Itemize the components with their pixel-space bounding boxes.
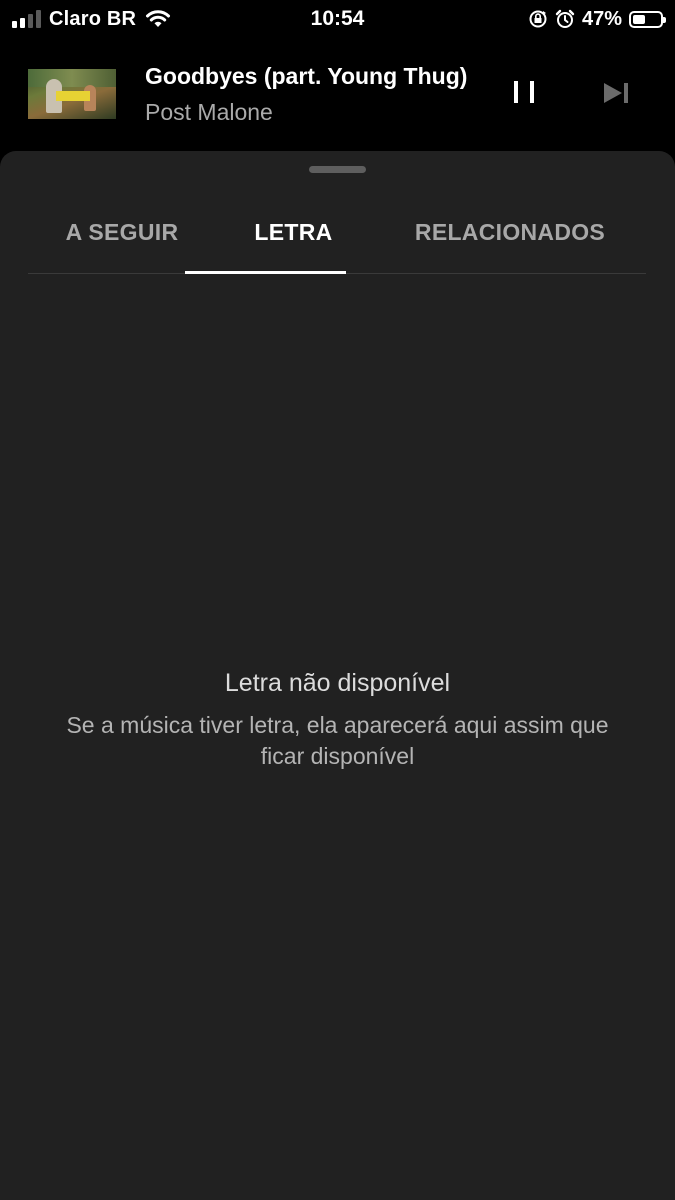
tab-related[interactable]: RELACIONADOS xyxy=(374,207,646,273)
skip-next-icon[interactable] xyxy=(600,80,632,106)
pause-icon xyxy=(514,81,518,103)
album-art[interactable] xyxy=(28,69,116,119)
alarm-icon xyxy=(555,9,575,28)
track-title[interactable]: Goodbyes (part. Young Thug) xyxy=(145,63,490,90)
battery-fill xyxy=(633,14,645,24)
orientation-lock-icon xyxy=(529,10,547,28)
tab-lyrics[interactable]: LETRA xyxy=(213,207,374,273)
lyrics-sheet: A SEGUIR LETRA RELACIONADOS Letra não di… xyxy=(0,151,675,1200)
status-bar: Claro BR 10:54 47% xyxy=(0,0,675,38)
sheet-drag-handle[interactable] xyxy=(309,166,366,173)
pause-button[interactable] xyxy=(508,76,540,108)
tab-up-next[interactable]: A SEGUIR xyxy=(28,207,216,273)
status-right: 47% xyxy=(528,6,666,32)
lyrics-unavailable-description: Se a música tiver letra, ela aparecerá a… xyxy=(66,712,609,769)
battery-percent: 47% xyxy=(581,7,622,30)
tab-bar: A SEGUIR LETRA RELACIONADOS xyxy=(28,207,646,274)
track-artist[interactable]: Post Malone xyxy=(145,99,273,126)
battery-icon xyxy=(629,10,666,28)
lyrics-unavailable-title: Letra não disponível xyxy=(224,669,451,697)
active-tab-indicator xyxy=(185,271,346,274)
mini-player[interactable]: Goodbyes (part. Young Thug) Post Malone xyxy=(0,52,675,136)
